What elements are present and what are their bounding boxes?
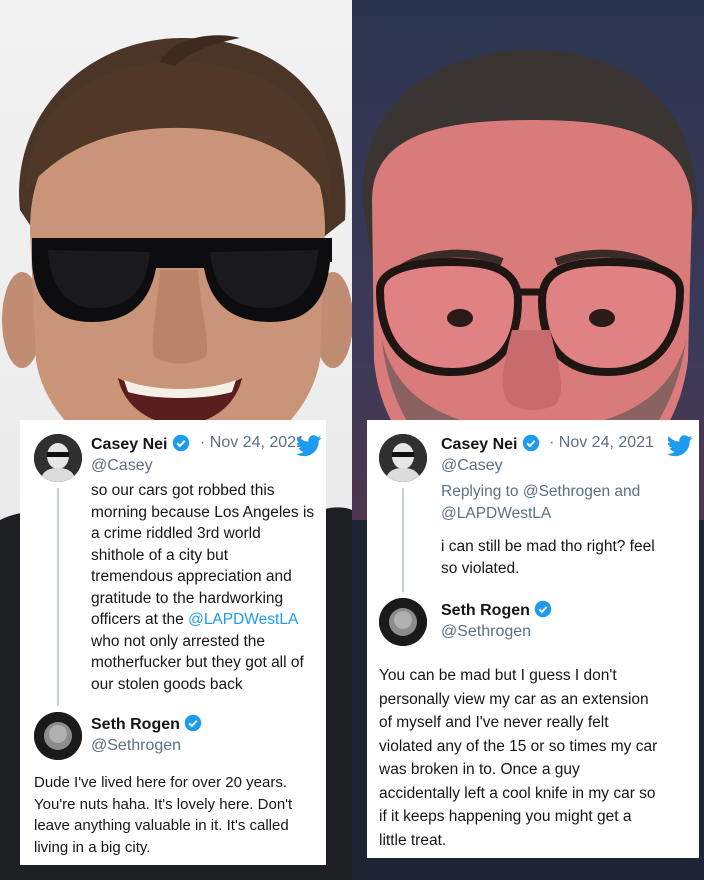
reply-author-name[interactable]: Seth Rogen [441,600,552,620]
body-line: i can still be mad tho right? feel [441,538,655,555]
body-line: our stolen goods back [91,675,243,693]
author-name[interactable]: Casey Nei [91,434,190,454]
avatar-casey[interactable] [379,434,427,482]
tweet-card-left: Casey Nei · Nov 24, 2021 @Casey so our c… [20,420,326,865]
author-handle[interactable]: @Casey [91,457,153,475]
verified-badge-icon [522,434,539,452]
body-line: leave anything valuable in it. It's call… [34,817,289,834]
reply-author-handle[interactable]: @Sethrogen [91,737,181,755]
body-line: motherfucker but they got all of [91,654,304,671]
body-line: who not only arrested the [91,632,266,650]
body-line: You're nuts haha. It's lovely here. Don'… [34,795,293,813]
body-line: gratitude to the hardworking [91,589,284,607]
replying-to[interactable]: Replying to @Sethrogen and @LAPDWestLA [441,481,691,524]
body-line: living in a big city. [34,838,151,856]
body-line: shithole of a city but [91,546,228,564]
body-line: if it keeps happening you might get a [379,808,632,825]
body-line: accidentally left a cool knife in my car… [379,784,656,802]
twitter-bird-icon [667,435,693,457]
body-line: a crime riddled 3rd world [91,525,261,542]
avatar-casey[interactable] [34,434,82,482]
verified-badge-icon [184,714,202,732]
replying-to-line: @LAPDWestLA [441,504,552,522]
verified-badge-icon [172,434,189,452]
body-line: tremendous appreciation and [91,568,292,585]
body-line: Dude I've lived here for over 20 years. [34,774,287,791]
reply-body: Dude I've lived here for over 20 years. … [34,772,324,858]
body-line: morning because Los Angeles is [91,503,315,521]
twitter-bird-icon [296,435,322,457]
reply-author-name[interactable]: Seth Rogen [91,714,202,734]
body-line: little treat. [379,831,447,849]
body-line: violated any of the 15 or so times my ca… [379,737,658,755]
reply-body: You can be mad but I guess I don't perso… [379,664,697,852]
tweet-body: so our cars got robbed this morning beca… [91,480,323,695]
avatar-seth[interactable] [379,598,427,646]
tweet-card-right: Casey Nei · Nov 24, 2021 @Casey Replying… [367,420,699,858]
body-line: officers at the [91,611,189,628]
thread-line [402,488,404,592]
body-line: so our cars got robbed this [91,482,275,499]
author-name[interactable]: Casey Nei [441,434,540,454]
tweet-date[interactable]: · Nov 24, 2021 [200,434,305,452]
body-line: You can be mad but I guess I don't [379,667,617,684]
author-handle[interactable]: @Casey [441,457,503,475]
body-line-with-mention: officers at the @LAPDWestLA [91,609,323,631]
avatar-seth[interactable] [34,712,82,760]
body-line: so violated. [441,559,520,577]
verified-badge-icon [534,600,552,618]
replying-to-line: Replying to @Sethrogen and [441,483,641,500]
tweet-body: i can still be mad tho right? feel so vi… [441,536,691,579]
thread-line [57,488,59,706]
body-line: was broken in to. Once a guy [379,761,580,778]
tweet-date[interactable]: · Nov 24, 2021 [549,434,654,452]
reply-author-handle[interactable]: @Sethrogen [441,623,531,641]
mention-link[interactable]: @LAPDWestLA [188,611,298,628]
body-line: of myself and I've never really felt [379,714,609,731]
body-line: personally view my car as an extension [379,690,649,708]
